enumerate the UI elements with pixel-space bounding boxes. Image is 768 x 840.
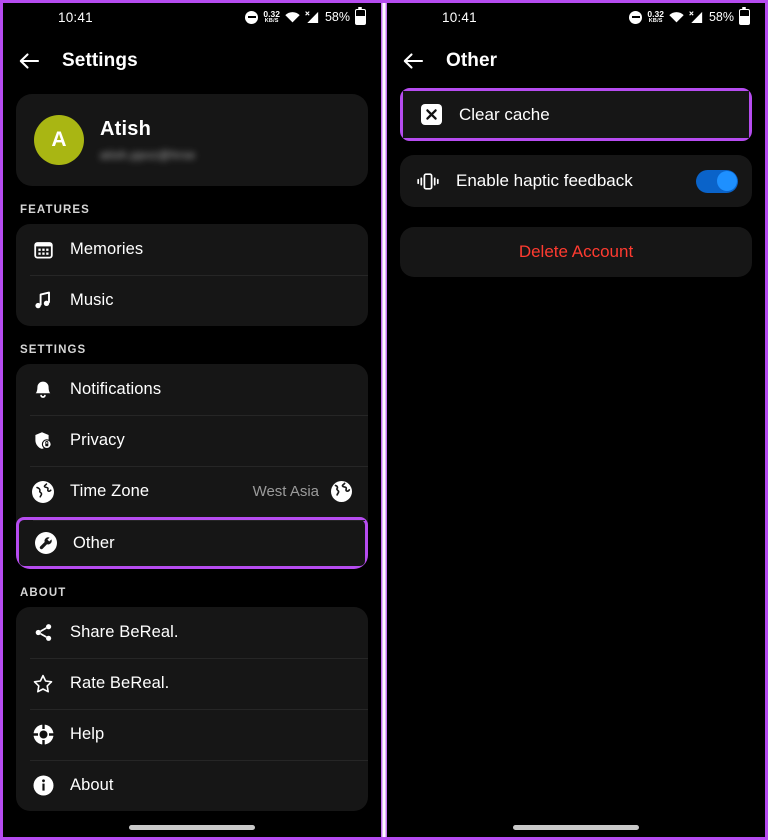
music-note-icon	[30, 291, 56, 310]
clear-cache-button[interactable]: Clear cache	[403, 91, 749, 138]
list-item-share-bereal[interactable]: Share BeReal.	[16, 607, 368, 658]
haptic-feedback-label: Enable haptic feedback	[456, 171, 633, 190]
list-item-label: Help	[70, 725, 105, 743]
list-item-label: Memories	[70, 240, 144, 258]
toggle-knob	[716, 171, 737, 191]
signal-no-sim-icon	[689, 11, 704, 23]
clear-cache-card: Clear cache	[400, 88, 752, 141]
gesture-pill[interactable]	[513, 824, 639, 830]
calendar-icon	[30, 240, 56, 259]
profile-email: atish.ppvz@hrse	[100, 148, 196, 162]
list-item-rate-bereal[interactable]: Rate BeReal.	[16, 658, 368, 709]
list-item-other[interactable]: Other	[16, 517, 368, 569]
battery-percent: 58%	[324, 10, 350, 24]
right-phone-panel: 10:41 0.32 KB/S 58% Other Clear cache En…	[384, 0, 768, 840]
status-time: 10:41	[58, 9, 93, 25]
gesture-nav-bar-left[interactable]	[0, 814, 384, 840]
list-item-label: Privacy	[70, 431, 125, 449]
battery-icon	[739, 6, 750, 25]
list-item-label: Rate BeReal.	[70, 674, 170, 692]
network-speed-unit: KB/S	[264, 17, 279, 24]
status-icons: 0.32 KB/S 58%	[629, 0, 750, 34]
status-bar-right: 10:41 0.32 KB/S 58%	[384, 0, 768, 34]
list-item-privacy[interactable]: Privacy	[16, 415, 368, 466]
dnd-icon	[629, 10, 643, 24]
wrench-circle-icon	[33, 532, 59, 554]
bell-icon	[30, 380, 56, 399]
delete-account-label: Delete Account	[518, 242, 634, 261]
shield-lock-icon	[30, 431, 56, 451]
clear-cache-label: Clear cache	[459, 104, 550, 124]
gesture-pill[interactable]	[129, 824, 255, 830]
battery-icon	[355, 6, 366, 25]
network-speed-indicator: 0.32 KB/S	[263, 10, 280, 24]
profile-card[interactable]: A Atish atish.ppvz@hrse	[16, 94, 368, 186]
back-arrow-icon[interactable]	[18, 50, 40, 72]
time-zone-value: West Asia	[252, 483, 319, 500]
list-item-time-zone[interactable]: Time Zone West Asia	[16, 466, 368, 517]
panel-divider	[381, 0, 387, 840]
network-speed-indicator: 0.32 KB/S	[647, 10, 664, 24]
list-item-music[interactable]: Music	[16, 275, 368, 326]
status-icons: 0.32 KB/S 58%	[245, 0, 366, 34]
wifi-icon	[669, 11, 684, 23]
list-item-label: Notifications	[70, 380, 162, 398]
left-app-bar: Settings	[0, 34, 384, 88]
about-card: Share BeReal. Rate BeReal. Help About	[16, 607, 368, 811]
avatar: A	[34, 115, 84, 165]
left-content: A Atish atish.ppvz@hrse FEATURES Memorie…	[0, 94, 384, 811]
list-item-memories[interactable]: Memories	[16, 224, 368, 275]
profile-name: Atish	[100, 118, 151, 140]
page-title: Other	[446, 50, 498, 71]
earth-emoji-icon	[328, 481, 354, 502]
globe-icon	[30, 480, 56, 503]
battery-percent: 58%	[708, 10, 734, 24]
profile-info: Atish atish.ppvz@hrse	[100, 118, 196, 162]
delete-account-button[interactable]: Delete Account	[400, 227, 752, 277]
right-content: Clear cache Enable haptic feedback Delet…	[384, 88, 768, 277]
star-icon	[30, 674, 56, 694]
haptic-feedback-row[interactable]: Enable haptic feedback	[400, 155, 752, 207]
haptic-feedback-toggle[interactable]	[696, 169, 738, 193]
x-box-icon	[417, 104, 445, 125]
left-phone-panel: 10:41 0.32 KB/S 58% Settings A Atish ati…	[0, 0, 384, 840]
gesture-nav-bar-right[interactable]	[384, 814, 768, 840]
section-label-about: ABOUT	[20, 587, 67, 599]
features-card: Memories Music	[16, 224, 368, 326]
right-app-bar: Other	[384, 34, 768, 88]
list-item-about[interactable]: About	[16, 760, 368, 811]
list-item-label: Other	[73, 533, 115, 552]
signal-no-sim-icon	[305, 11, 320, 23]
lifebuoy-icon	[30, 724, 56, 745]
wifi-icon	[285, 11, 300, 23]
vibration-icon	[414, 172, 442, 191]
dnd-icon	[245, 10, 259, 24]
section-label-features: FEATURES	[20, 204, 90, 216]
network-speed-unit: KB/S	[648, 17, 663, 24]
settings-card: Notifications Privacy Time Zone West Asi…	[16, 364, 368, 569]
section-label-settings: SETTINGS	[20, 344, 87, 356]
list-item-notifications[interactable]: Notifications	[16, 364, 368, 415]
status-bar-left: 10:41 0.32 KB/S 58%	[0, 0, 384, 34]
back-arrow-icon[interactable]	[402, 50, 424, 72]
screenshot-frame: 10:41 0.32 KB/S 58% Settings A Atish ati…	[0, 0, 768, 840]
list-item-help[interactable]: Help	[16, 709, 368, 760]
list-item-label: Time Zone	[70, 482, 150, 500]
info-circle-icon	[30, 775, 56, 796]
status-time: 10:41	[442, 9, 477, 25]
list-item-label: About	[70, 776, 114, 794]
list-item-label: Share BeReal.	[70, 623, 179, 641]
list-item-label: Music	[70, 291, 114, 309]
page-title: Settings	[62, 50, 138, 71]
share-icon	[30, 623, 56, 642]
